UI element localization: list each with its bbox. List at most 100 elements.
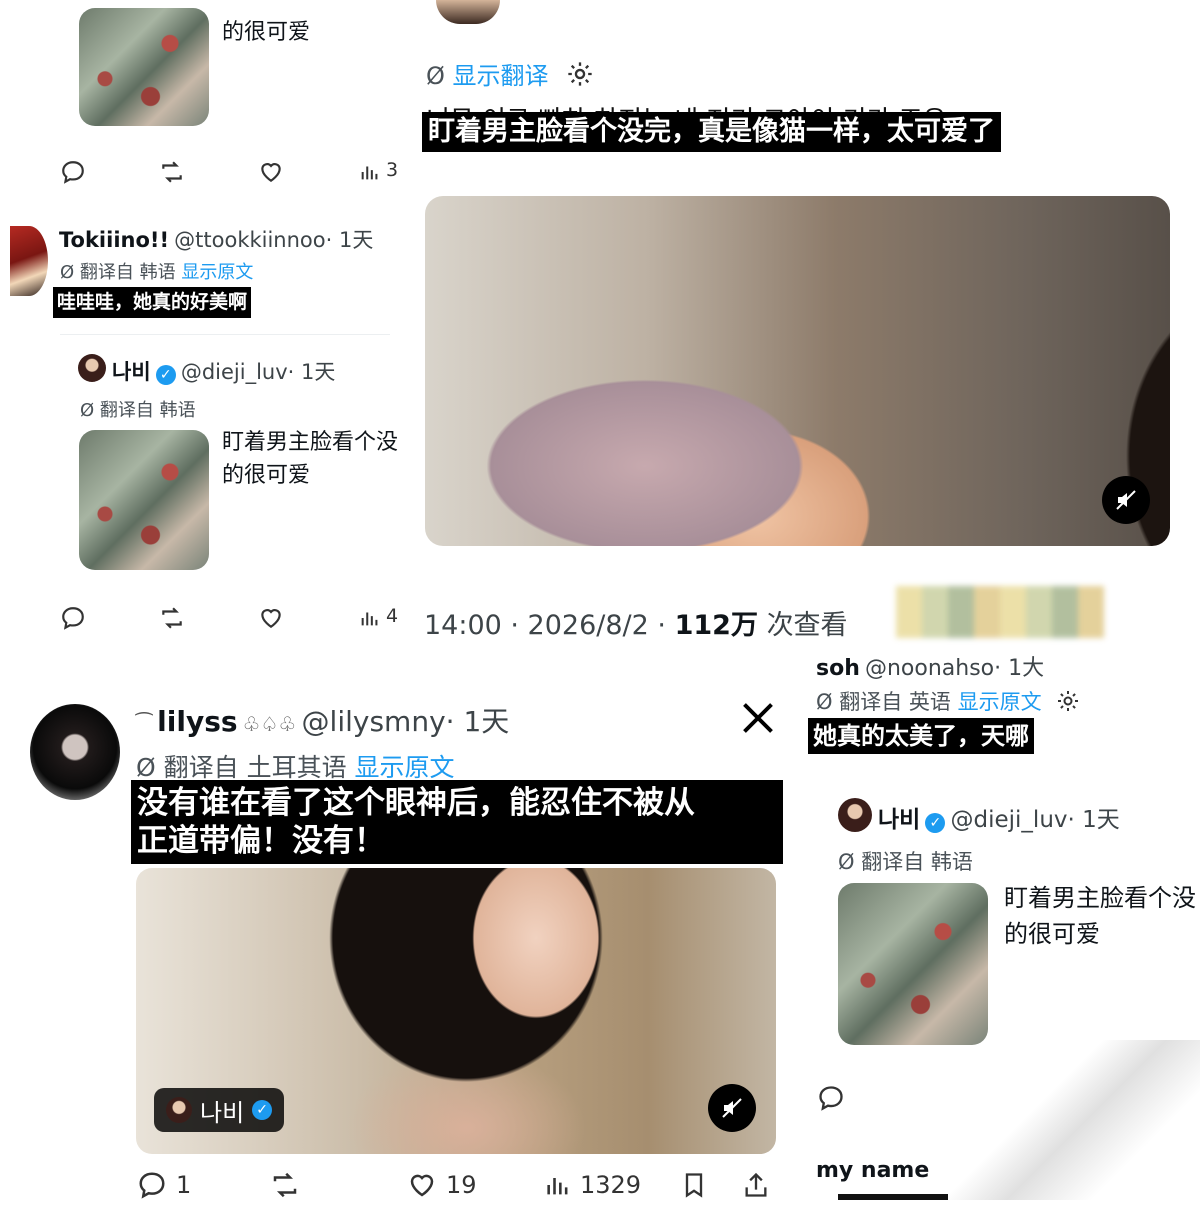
avatar[interactable] [78, 354, 106, 382]
views-icon[interactable] [359, 159, 381, 185]
bookmark-icon[interactable] [680, 1170, 708, 1206]
translation-meta: Ø 翻译自 韩语 [838, 846, 973, 876]
post-time: · 1天 [325, 228, 374, 252]
divider [838, 1194, 948, 1200]
quote-header: 나비 ✓ @dieji_luv· 1天 [878, 800, 1120, 834]
like-button[interactable]: 19 [406, 1170, 477, 1200]
tweet-text: 没有谁在看了这个眼神后，能忍住不被从 正道带偏！没有！ [131, 780, 783, 864]
display-name[interactable]: 나비 [112, 360, 151, 384]
like-icon[interactable] [257, 159, 285, 185]
views-icon [547, 1178, 568, 1195]
decorative-shadow [930, 1040, 1200, 1200]
blurred-avatar [896, 586, 1104, 638]
tweet-text-line: 正道带偏！没有！ [137, 823, 385, 859]
views-label: 次查看 [766, 610, 848, 641]
reply-icon[interactable] [60, 605, 86, 631]
mute-icon[interactable] [708, 1084, 756, 1132]
user-handle[interactable]: @lilysmny [302, 705, 446, 738]
user-handle[interactable]: @noonahso [865, 656, 994, 681]
retweet-icon[interactable] [158, 605, 186, 631]
tweet-text: 她真的太美了，天哪 [808, 718, 1034, 754]
translated-from-label: 翻译自 英语 [839, 690, 951, 714]
display-name[interactable]: Tokiiino!! [59, 228, 169, 252]
translation-meta: Ø 翻译自 韩语 显示原文 [60, 258, 253, 284]
avatar[interactable] [30, 704, 120, 800]
quote-text-line: 盯着男主脸看个没 [222, 430, 399, 455]
reply-icon[interactable] [60, 159, 86, 185]
post-time: · 1天 [287, 360, 336, 384]
reply-icon [139, 1172, 165, 1199]
mute-icon[interactable] [1102, 476, 1150, 524]
quote-text-line: 盯着男主脸看个没 [1004, 884, 1196, 912]
user-handle[interactable]: @dieji_luv [951, 807, 1068, 833]
display-name[interactable]: 나비 [878, 807, 920, 833]
views-button[interactable]: 1329 [544, 1170, 641, 1200]
share-icon[interactable] [742, 1170, 770, 1206]
video-player[interactable] [425, 196, 1170, 546]
retweet-icon[interactable] [158, 159, 186, 185]
views-count: 3 [386, 159, 399, 181]
reply-icon[interactable] [816, 1084, 846, 1116]
reply-count: 1 [176, 1171, 192, 1199]
post-time: · 1天 [1067, 807, 1120, 833]
emoji-decoration-icon: ♧♤♧ [242, 712, 297, 736]
post-time: · 1天 [445, 705, 510, 738]
video-player[interactable]: 나비 ✓ [136, 868, 776, 1154]
media-thumbnail[interactable] [838, 883, 988, 1045]
show-translation-link[interactable]: 显示翻译 [453, 62, 549, 90]
translated-from-label: 翻译自 土耳其语 [163, 753, 347, 782]
tweet-text: 哇哇哇，她真的好美啊 [53, 287, 252, 318]
translated-text: 盯着男主脸看个没完，真是像猫一样，太可爱了 [422, 112, 1001, 152]
quote-text: 盯着男主脸看个没 的很可爱 [222, 426, 398, 492]
display-name[interactable]: lilyss [157, 705, 237, 738]
views-icon[interactable] [359, 605, 381, 631]
translation-meta: Ø 翻译自 韩语 [80, 396, 196, 422]
views-count: 112万 [674, 610, 758, 641]
show-original-link[interactable]: 显示原文 [355, 753, 455, 782]
media-thumbnail[interactable] [79, 8, 209, 126]
settings-gear-icon[interactable] [566, 60, 594, 94]
translate-icon: Ø [838, 850, 855, 874]
retweet-icon [273, 1172, 297, 1198]
user-handle[interactable]: @dieji_luv [181, 360, 288, 384]
show-original-link[interactable]: 显示原文 [181, 262, 253, 283]
x-logo-icon[interactable] [740, 700, 776, 736]
verified-badge-icon: ✓ [252, 1100, 273, 1120]
translate-icon: Ø [80, 400, 95, 421]
tweet-header: ⁀ lilyss ♧♤♧ @lilysmny· 1天 [136, 700, 509, 740]
tweet-text-line: 没有谁在看了这个眼神后，能忍住不被从 [137, 785, 695, 821]
translate-icon: Ø [60, 262, 75, 283]
tweet-header: soh @noonahso· 1大 [816, 650, 1044, 682]
display-name[interactable]: soh [816, 656, 860, 681]
views-count: 4 [386, 605, 399, 627]
post-timestamp[interactable]: 14:00 · 2026/8/2 · [424, 610, 666, 641]
translated-from-label: 翻译自 韩语 [861, 850, 973, 874]
user-handle[interactable]: @ttookkiinnoo [174, 228, 325, 252]
tagged-user-pill[interactable]: 나비 ✓ [154, 1088, 285, 1132]
next-user-name[interactable]: my name [816, 1158, 929, 1183]
reply-button[interactable]: 1 [136, 1170, 191, 1200]
translated-from-label: 翻译自 韩语 [79, 262, 176, 283]
quote-text-line: 的很可爱 [1004, 920, 1100, 948]
like-count: 19 [446, 1171, 477, 1199]
settings-gear-icon[interactable] [1056, 689, 1080, 718]
avatar[interactable] [10, 226, 48, 296]
show-original-link[interactable]: 显示原文 [958, 690, 1042, 714]
tweet-header: Tokiiino!! @ttookkiinnoo· 1天 [59, 224, 373, 254]
tweet-text: 的很可爱 [222, 20, 311, 45]
post-timestamp-row: 14:00 · 2026/8/2 · 112万 次查看 [424, 603, 848, 642]
divider [60, 334, 390, 335]
views-count: 1329 [580, 1171, 642, 1199]
quote-text-line: 的很可爱 [222, 463, 311, 488]
like-icon[interactable] [257, 605, 285, 631]
translate-icon: Ø [426, 62, 445, 90]
retweet-button[interactable] [268, 1170, 302, 1206]
translation-meta: Ø 翻译自 土耳其语 显示原文 [136, 748, 455, 784]
media-thumbnail[interactable] [79, 430, 209, 570]
translation-meta: Ø 翻译自 英语 显示原文 [816, 686, 1080, 718]
avatar[interactable] [436, 0, 500, 24]
avatar [166, 1097, 192, 1123]
translate-icon: Ø [136, 753, 156, 782]
avatar[interactable] [838, 798, 872, 832]
verified-badge-icon: ✓ [155, 364, 176, 385]
